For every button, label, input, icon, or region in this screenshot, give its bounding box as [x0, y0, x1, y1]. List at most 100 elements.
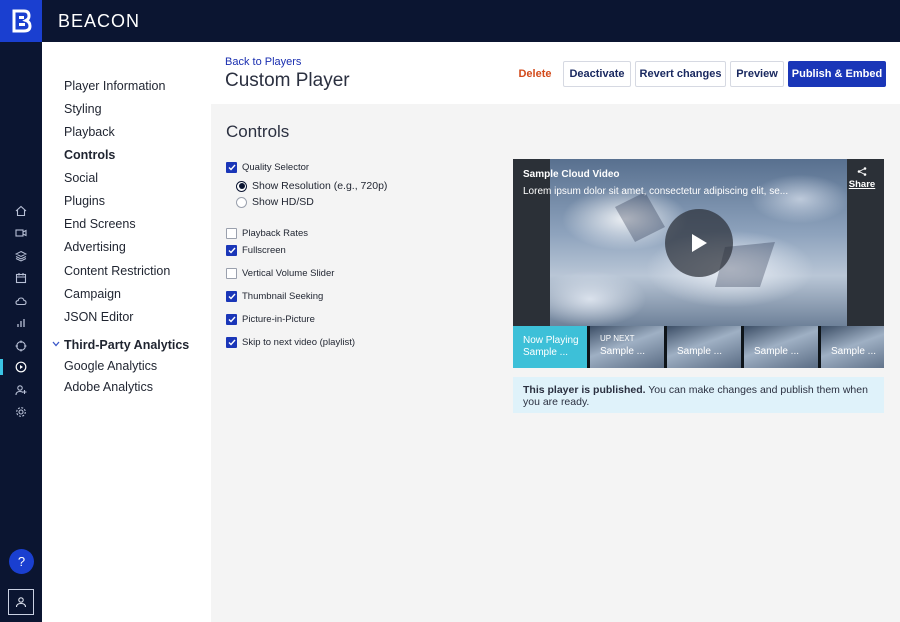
picture-in-picture-option[interactable]: Picture-in-Picture: [226, 314, 315, 325]
show-hd-sd-radio[interactable]: [236, 196, 247, 208]
page-header: Back to Players Custom Player Delete Dea…: [211, 42, 900, 104]
now-playing-label: Now Playing: [523, 335, 579, 346]
nav-item-plugins[interactable]: Plugins: [64, 194, 105, 208]
cloud-icon[interactable]: [13, 293, 29, 309]
calendar-icon[interactable]: [13, 270, 29, 286]
settings-nav: Player Information Styling Playback Cont…: [42, 42, 211, 622]
play-icon: [692, 234, 707, 252]
check-icon: [228, 293, 236, 300]
nav-item-campaign[interactable]: Campaign: [64, 287, 121, 301]
skip-to-next-checkbox[interactable]: [226, 337, 237, 348]
playlist-item-title: Sample ...: [600, 346, 646, 357]
playlist-item-now-playing[interactable]: Now Playing Sample ...: [513, 326, 587, 368]
icon-rail: ?: [0, 42, 42, 622]
revert-changes-button[interactable]: Revert changes: [635, 61, 726, 87]
vertical-volume-slider-checkbox[interactable]: [226, 268, 237, 279]
nav-item-playback[interactable]: Playback: [64, 125, 115, 139]
picture-in-picture-label: Picture-in-Picture: [242, 314, 315, 325]
playlist-item-title: Sample ...: [831, 346, 877, 357]
nav-group-third-party-analytics[interactable]: Third-Party Analytics: [64, 338, 189, 352]
player-preview[interactable]: Sample Cloud Video Lorem ipsum dolor sit…: [513, 159, 884, 368]
check-icon: [228, 247, 236, 254]
nav-item-google-analytics[interactable]: Google Analytics: [64, 359, 157, 373]
share-button[interactable]: Share: [847, 167, 877, 190]
video-title: Sample Cloud Video: [523, 169, 620, 180]
show-hd-sd-radio-option[interactable]: Show HD/SD: [236, 196, 314, 208]
picture-in-picture-checkbox[interactable]: [226, 314, 237, 325]
nav-item-adobe-analytics[interactable]: Adobe Analytics: [64, 380, 153, 394]
target-icon[interactable]: [13, 338, 29, 354]
share-icon: [857, 167, 867, 176]
video-description: Lorem ipsum dolor sit amet, consectetur …: [523, 186, 789, 197]
help-button[interactable]: ?: [9, 549, 34, 574]
fullscreen-checkbox[interactable]: [226, 245, 237, 256]
brand-logo[interactable]: [0, 0, 42, 42]
chevron-down-icon[interactable]: [52, 341, 60, 347]
beacon-logo-icon: [12, 9, 32, 33]
home-icon[interactable]: [13, 203, 29, 219]
section-title: Controls: [226, 122, 290, 141]
rail-active-indicator: [0, 359, 3, 375]
check-icon: [228, 339, 236, 346]
playlist-item[interactable]: Sample ...: [744, 326, 818, 368]
back-to-players-link[interactable]: Back to Players: [225, 56, 301, 68]
quality-selector-checkbox[interactable]: [226, 162, 237, 173]
user-account-button[interactable]: [8, 589, 34, 615]
delete-button[interactable]: Delete: [511, 61, 559, 87]
playlist-item-up-next[interactable]: UP NEXT Sample ...: [590, 326, 664, 368]
thumbnail-seeking-option[interactable]: Thumbnail Seeking: [226, 291, 323, 302]
page-title: Custom Player: [225, 70, 350, 91]
brand-name: BEACON: [58, 11, 141, 31]
layers-icon[interactable]: [13, 248, 29, 264]
published-notice-bold: This player is published.: [523, 384, 646, 396]
nav-item-json-editor[interactable]: JSON Editor: [64, 310, 133, 324]
publish-embed-button[interactable]: Publish & Embed: [788, 61, 886, 87]
skip-to-next-label: Skip to next video (playlist): [242, 337, 355, 348]
share-label: Share: [848, 179, 876, 190]
playback-rates-checkbox[interactable]: [226, 228, 237, 239]
quality-selector-label: Quality Selector: [242, 162, 310, 173]
check-icon: [228, 316, 236, 323]
playlist-strip: Now Playing Sample ... UP NEXT Sample ..…: [513, 326, 884, 368]
nav-item-styling[interactable]: Styling: [64, 102, 102, 116]
fullscreen-option[interactable]: Fullscreen: [226, 245, 286, 256]
playback-rates-label: Playback Rates: [242, 228, 309, 239]
show-hd-sd-label: Show HD/SD: [252, 196, 314, 208]
nav-item-content-restriction[interactable]: Content Restriction: [64, 264, 170, 278]
top-bar: BEACON: [0, 0, 900, 42]
playback-rates-option[interactable]: Playback Rates: [226, 228, 308, 239]
nav-item-player-information[interactable]: Player Information: [64, 79, 165, 93]
playlist-item-title: Sample ...: [754, 346, 800, 357]
show-resolution-radio[interactable]: [236, 180, 247, 192]
up-next-label: UP NEXT: [600, 334, 635, 343]
show-resolution-label: Show Resolution (e.g., 720p): [252, 180, 388, 192]
nav-item-controls[interactable]: Controls: [64, 148, 115, 162]
published-notice: This player is published. You can make c…: [513, 377, 884, 413]
thumbnail-seeking-checkbox[interactable]: [226, 291, 237, 302]
show-resolution-radio-option[interactable]: Show Resolution (e.g., 720p): [236, 180, 387, 192]
play-circle-icon[interactable]: [13, 359, 29, 375]
preview-button[interactable]: Preview: [730, 61, 784, 87]
main-content: Back to Players Custom Player Delete Dea…: [211, 42, 900, 622]
nav-item-advertising[interactable]: Advertising: [64, 240, 126, 254]
vertical-volume-slider-label: Vertical Volume Slider: [242, 268, 335, 279]
fullscreen-label: Fullscreen: [242, 245, 286, 256]
playlist-item-title: Sample ...: [523, 347, 569, 358]
video-camera-icon[interactable]: [13, 225, 29, 241]
bar-chart-icon[interactable]: [13, 315, 29, 331]
nav-item-social[interactable]: Social: [64, 171, 98, 185]
user-icon: [15, 597, 27, 608]
nav-item-end-screens[interactable]: End Screens: [64, 217, 136, 231]
play-button[interactable]: [665, 209, 733, 277]
playlist-item[interactable]: Sample ...: [821, 326, 884, 368]
skip-to-next-option[interactable]: Skip to next video (playlist): [226, 337, 355, 348]
vertical-volume-slider-option[interactable]: Vertical Volume Slider: [226, 268, 334, 279]
user-add-icon[interactable]: [13, 382, 29, 398]
playlist-item[interactable]: Sample ...: [667, 326, 741, 368]
video-letterbox-left: [513, 159, 550, 326]
thumbnail-seeking-label: Thumbnail Seeking: [242, 291, 324, 302]
gear-icon[interactable]: [13, 404, 29, 420]
deactivate-button[interactable]: Deactivate: [563, 61, 631, 87]
check-icon: [228, 164, 236, 171]
quality-selector-option[interactable]: Quality Selector: [226, 162, 309, 173]
